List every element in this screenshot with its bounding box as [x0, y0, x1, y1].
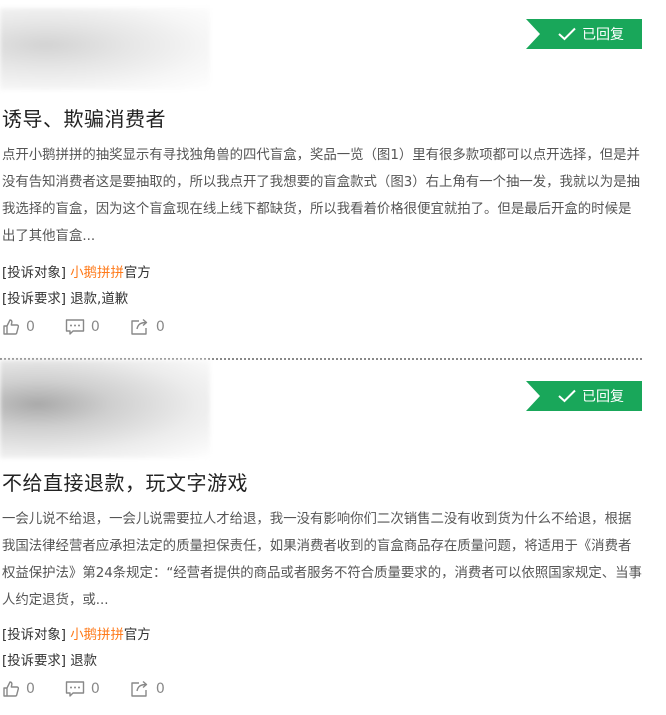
complaint-target: [投诉对象] 小鹅拼拼官方 — [2, 623, 151, 643]
comment-count: 0 — [90, 319, 100, 335]
target-brand-link[interactable]: 小鹅拼拼 — [70, 266, 124, 281]
like-count: 0 — [26, 681, 35, 697]
complaint-description[interactable]: 点开小鹅拼拼的抽奖显示有寻找独角兽的四代盲盒，奖品一览（图1）里有很多款项都可以… — [2, 142, 642, 250]
status-label: 已回复 — [582, 27, 624, 43]
comment-count: 0 — [90, 681, 100, 697]
complaint-target: [投诉对象] 小鹅拼拼官方 — [2, 261, 151, 281]
like-button[interactable]: 0 — [2, 680, 35, 698]
target-suffix: 官方 — [123, 628, 151, 643]
comment-icon — [65, 319, 85, 335]
demand-value: 退款,道歉 — [70, 292, 129, 307]
share-icon — [131, 680, 148, 697]
demand-label: [投诉要求] — [2, 654, 67, 669]
complaint-demand: [投诉要求] 退款 — [2, 649, 97, 669]
target-brand-link[interactable]: 小鹅拼拼 — [70, 628, 124, 643]
target-label: [投诉对象] — [2, 266, 67, 281]
share-button[interactable]: 0 — [130, 680, 165, 698]
complaint-demand: [投诉要求] 退款,道歉 — [2, 287, 128, 307]
share-button[interactable]: 0 — [130, 318, 165, 336]
complaint-card[interactable]: 已回复 不给直接退款，玩文字游戏 一会儿说不给退，一会儿说需要拉人才给退，我一没… — [0, 360, 642, 715]
target-suffix: 官方 — [123, 266, 151, 281]
demand-value: 退款 — [70, 654, 98, 669]
check-icon — [558, 389, 576, 403]
comment-icon — [65, 681, 85, 697]
share-count: 0 — [155, 319, 165, 335]
thumbs-up-icon — [3, 319, 20, 335]
share-icon — [131, 318, 148, 335]
comment-button[interactable]: 0 — [65, 680, 100, 698]
blurred-avatar — [0, 360, 210, 458]
share-count: 0 — [155, 681, 165, 697]
complaint-title[interactable]: 诱导、欺骗消费者 — [2, 103, 166, 132]
complaint-card[interactable]: 已回复 诱导、欺骗消费者 点开小鹅拼拼的抽奖显示有寻找独角兽的四代盲盒，奖品一览… — [0, 0, 642, 358]
demand-label: [投诉要求] — [2, 292, 67, 307]
complaint-description[interactable]: 一会儿说不给退，一会儿说需要拉人才给退，我一没有影响你们二次销售二没有收到货为什… — [2, 506, 642, 614]
complaint-title[interactable]: 不给直接退款，玩文字游戏 — [2, 467, 248, 496]
like-count: 0 — [26, 319, 35, 335]
action-bar: 0 0 0 — [2, 318, 165, 336]
comment-button[interactable]: 0 — [65, 318, 100, 336]
action-bar: 0 0 0 — [2, 680, 165, 698]
status-badge: 已回复 — [526, 19, 642, 49]
like-button[interactable]: 0 — [2, 318, 35, 336]
status-badge: 已回复 — [526, 381, 642, 411]
status-label: 已回复 — [582, 389, 624, 405]
blurred-avatar — [0, 8, 210, 90]
check-icon — [558, 27, 576, 41]
target-label: [投诉对象] — [2, 628, 67, 643]
thumbs-up-icon — [3, 681, 20, 697]
